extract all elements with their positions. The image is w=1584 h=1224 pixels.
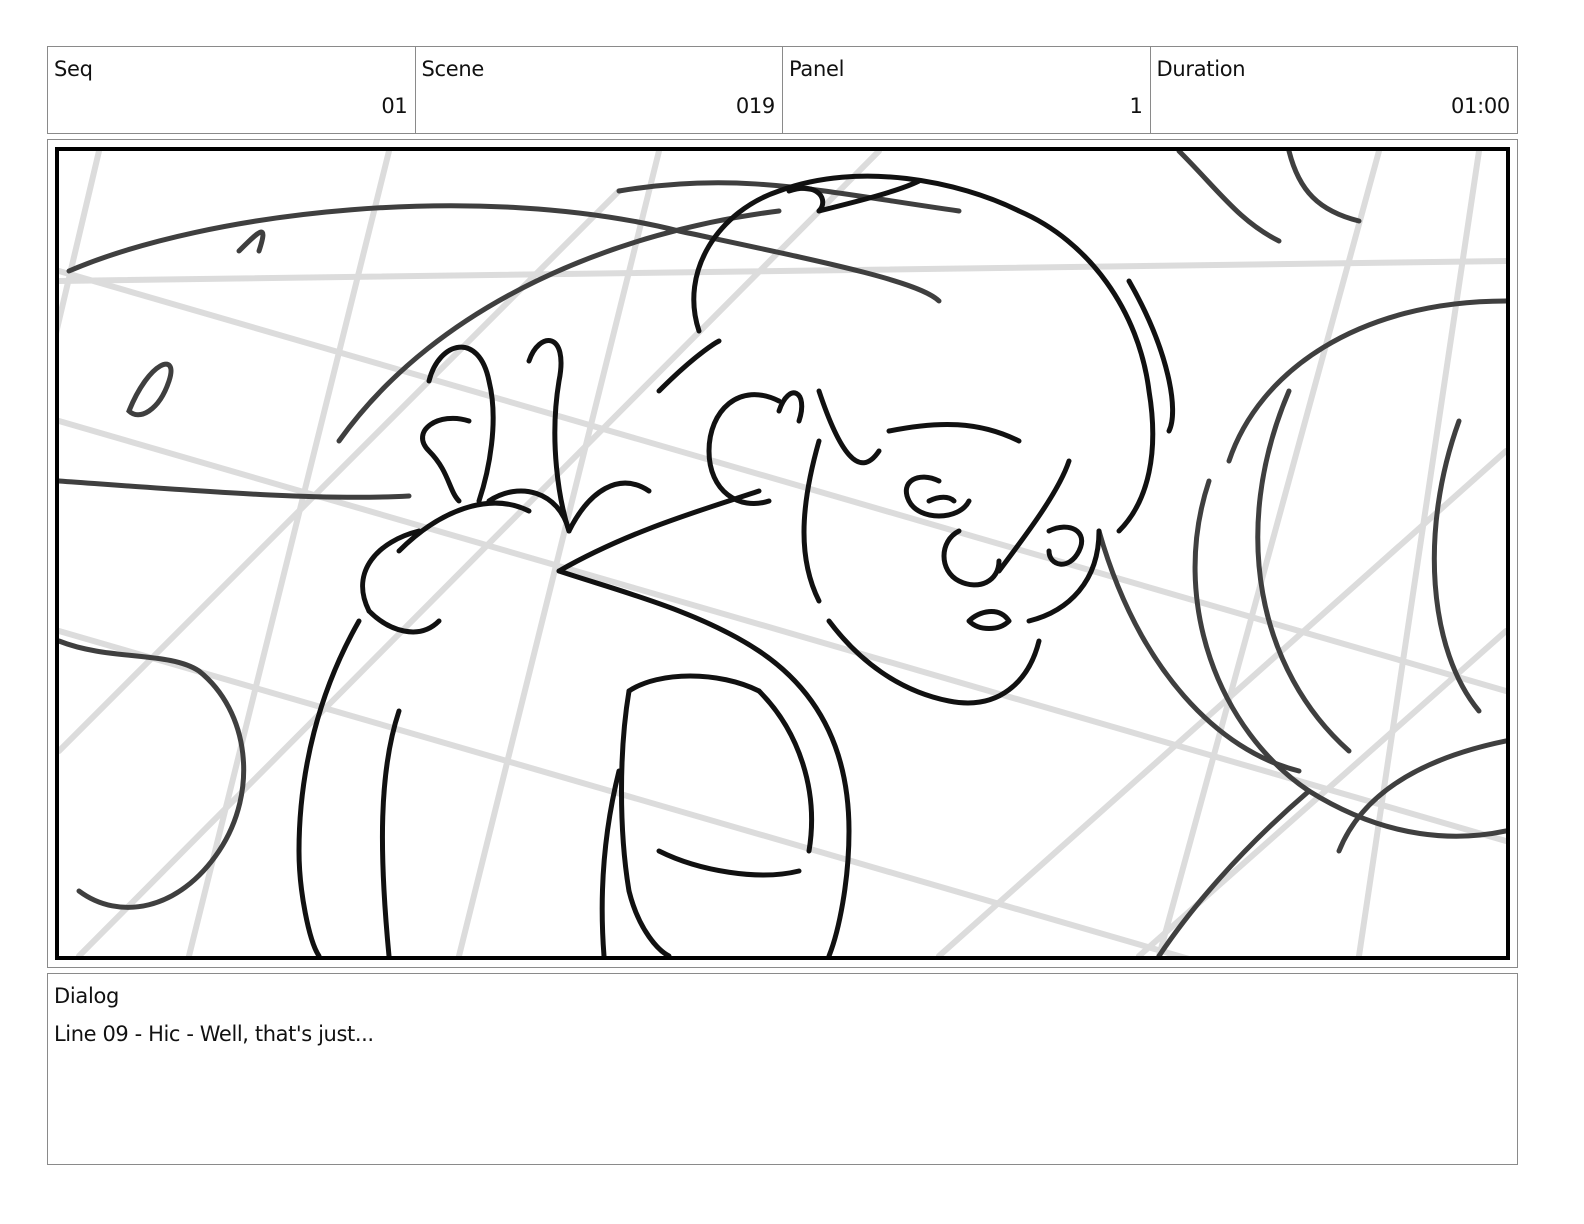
scene-value: 019	[735, 94, 775, 118]
scene-label: Scene	[421, 57, 485, 81]
panel-info-header: Seq 01 Scene 019 Panel 1 Duration 01:00	[47, 46, 1518, 134]
seq-value: 01	[381, 94, 408, 118]
storyboard-sketch	[55, 147, 1510, 960]
panel-image-frame	[47, 139, 1518, 968]
seq-cell: Seq 01	[48, 47, 416, 133]
panel-label: Panel	[789, 57, 845, 81]
duration-cell: Duration 01:00	[1151, 47, 1518, 133]
sketch-drawing	[59, 151, 1506, 956]
panel-cell: Panel 1	[783, 47, 1151, 133]
storyboard-page: Seq 01 Scene 019 Panel 1 Duration 01:00	[0, 0, 1584, 1224]
dialog-label: Dialog	[54, 984, 120, 1008]
dialog-box: Dialog Line 09 - Hic - Well, that's just…	[47, 973, 1518, 1165]
dialog-text: Line 09 - Hic - Well, that's just...	[54, 1022, 374, 1046]
construction-lines	[59, 151, 1506, 956]
seq-label: Seq	[54, 57, 93, 81]
scene-cell: Scene 019	[416, 47, 783, 133]
panel-value: 1	[1129, 94, 1143, 118]
duration-label: Duration	[1156, 57, 1246, 81]
duration-value: 01:00	[1450, 94, 1510, 118]
